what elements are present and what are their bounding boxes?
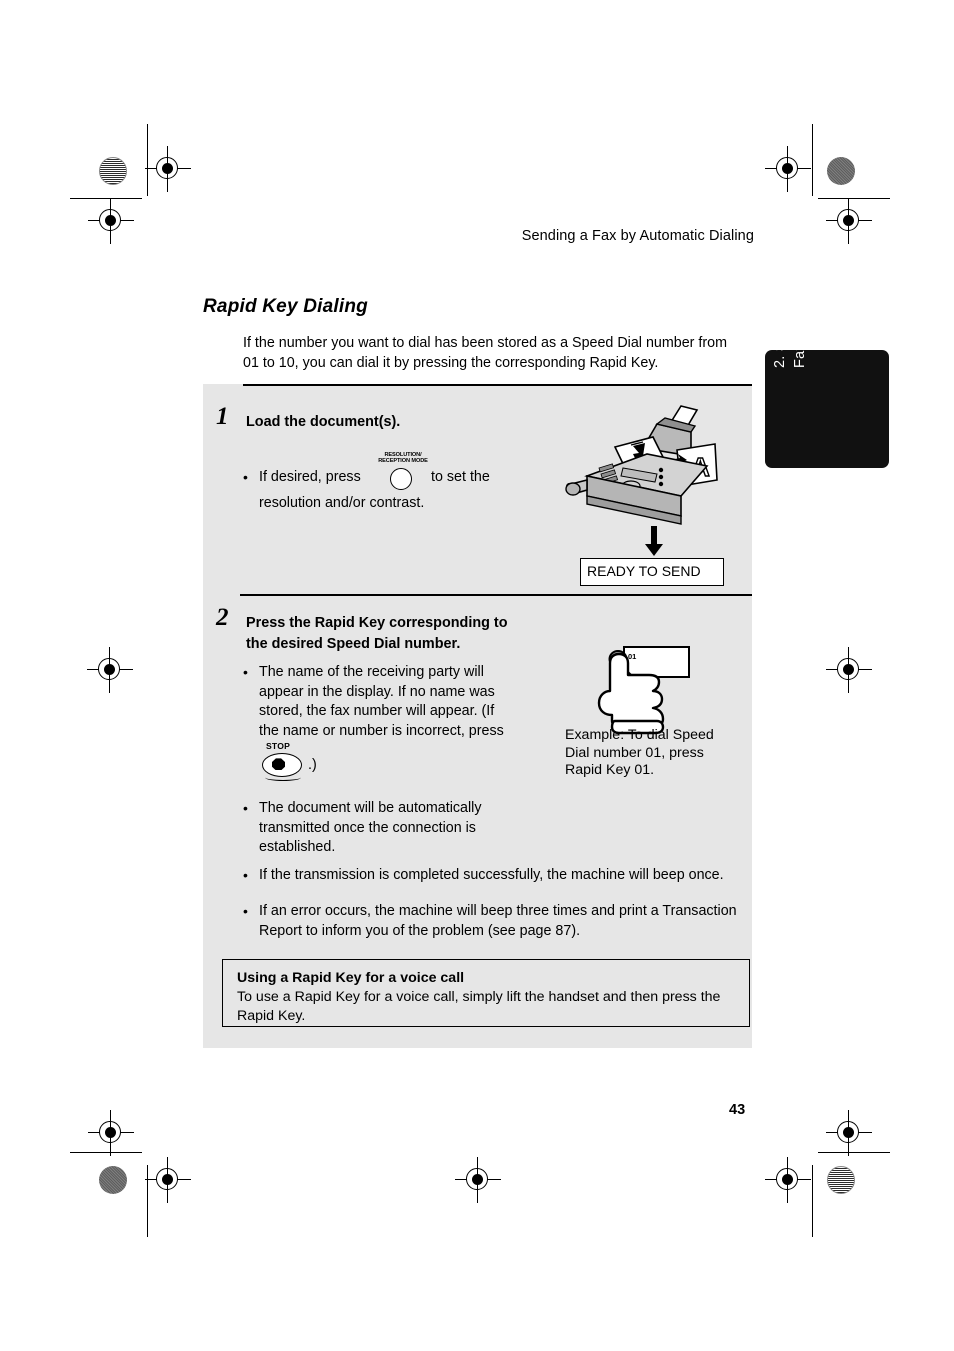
step-2-heading-line1: Press the Rapid Key corresponding to [246,615,508,631]
step-2-bullet-3-text: If the transmission is completed success… [259,867,724,883]
resolution-key-label-line2: RECEPTION MODE [378,458,428,465]
resolution-key-circle-icon[interactable] [390,468,412,490]
bullet-dot: • [243,469,248,485]
registration-dot-bottom-left [99,1166,127,1194]
page-number: 43 [729,1102,746,1118]
registration-target-bottom-left-inner [145,1157,191,1203]
bullet-dot: • [243,903,248,919]
step-2-heading-line2: the desired Speed Dial number. [246,636,461,652]
resolution-key-label: RESOLUTION/ RECEPTION MODE [370,452,436,465]
step-2-bullet-1-text: The name of the receiving party will app… [259,664,504,739]
resolution-key-label-line1: RESOLUTION/ [384,452,422,458]
intro-paragraph: If the number you want to dial has been … [243,335,727,371]
stop-key-trailing-text: .) [308,757,317,773]
registration-target-bottom-right-inner [765,1157,811,1203]
resolution-reception-mode-key-graphic[interactable]: RESOLUTION/ RECEPTION MODE [370,452,436,496]
registration-dot-top-left [99,157,127,185]
registration-target-bottom-left-outer [88,1110,134,1156]
stop-key-graphic[interactable]: STOP [262,741,310,783]
note-body: To use a Rapid Key for a voice call, sim… [237,989,721,1024]
bullet-dot: • [243,867,248,883]
running-head: Sending a Fax by Automatic Dialing [521,228,754,244]
registration-dot-top-right [827,157,855,185]
chapter-thumb-tab-line2: Faxes [792,327,808,369]
fax-machine-illustration: A [565,404,750,559]
step-1-bullet-1-text-line2: resolution and/or contrast. [259,495,425,511]
registration-target-top-right-inner [765,146,811,192]
step-2-bullet-4: • If an error occurs, the machine will b… [243,902,746,941]
hand-rapid-key-svg: 01 [597,646,690,735]
chapter-thumb-tab-text: 2. Sending Faxes [765,297,889,468]
stop-key-label: STOP [266,741,291,751]
registration-target-top-left-inner [145,146,191,192]
registration-target-top-right-outer [826,198,872,244]
step-2-bullet-1: • The name of the receiving party will a… [243,663,515,741]
step-1-number: 1 [216,403,229,430]
trim-mark-vertical-top-right [812,124,814,196]
example-caption: Example: To dial Speed Dial number 01, p… [565,727,714,778]
chapter-thumb-tab-line1: 2. Sending [772,296,788,368]
display-readout-ready-to-send: READY TO SEND [580,558,724,586]
registration-target-right-middle [826,647,872,693]
note-box: Using a Rapid Key for a voice call To us… [222,959,750,1027]
rapid-key-number-label: 01 [628,652,636,661]
bullet-dot: • [243,664,248,680]
stop-key-shadow [265,774,301,781]
registration-target-bottom-right-outer [826,1110,872,1156]
registration-target-top-left-outer [88,198,134,244]
chapter-thumb-tab: 2. Sending Faxes [765,297,889,468]
hand-pressing-rapid-key-illustration: 01 [597,635,707,735]
step-2-bullet-4-text: If an error occurs, the machine will bee… [259,903,737,939]
fax-machine-svg: A [565,405,718,556]
bullet-dot: • [243,800,248,816]
step-1-heading: Load the document(s). [246,414,401,430]
page-title: Rapid Key Dialing [203,296,368,317]
step-1-top-rule [243,384,752,386]
step-2-bullet-2: • The document will be automatically tra… [243,799,505,858]
step-1-bullet-1-text-after: to set the [431,469,490,485]
step-2-bullet-3: • If the transmission is completed succe… [243,866,743,886]
note-heading: Using a Rapid Key for a voice call [237,970,465,986]
registration-target-top-center [455,1157,501,1203]
step-2-top-rule [240,594,752,596]
step-2-bullet-2-text: The document will be automatically trans… [259,800,482,856]
registration-dot-bottom-right [827,1166,855,1194]
registration-target-left-middle [87,647,133,693]
step-2-number: 2 [216,604,229,631]
trim-mark-vertical-bottom-right [812,1165,814,1237]
